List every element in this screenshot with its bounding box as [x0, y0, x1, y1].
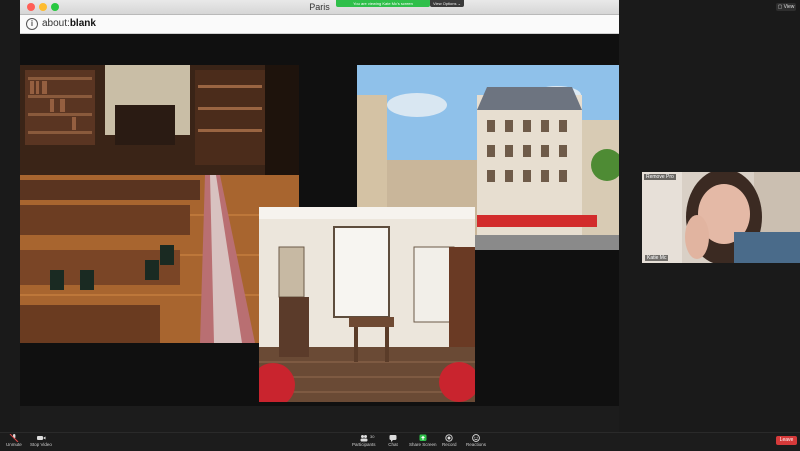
share-screen-icon	[419, 434, 427, 441]
participant-video-tile[interactable]: Remove Pro Katie Mc	[642, 172, 800, 263]
reactions-label: Reactions	[466, 442, 487, 447]
meeting-toolbar: Unmute Stop Video Participants 30 Chat S…	[0, 432, 800, 451]
study-illustration	[259, 207, 475, 402]
share-status-banner: You are viewing Kate Mc's screen	[336, 0, 430, 7]
view-button[interactable]: ▢ View	[776, 3, 796, 11]
window-titlebar: Paris	[20, 0, 619, 15]
microphone-muted-icon	[9, 434, 19, 442]
library-photo	[20, 65, 299, 343]
record-button[interactable]: Record	[442, 434, 457, 447]
slide-bottom-strip	[20, 406, 619, 432]
url-text: about:blank	[42, 18, 96, 29]
chat-button[interactable]: Chat	[388, 434, 398, 447]
shared-screen-window: Paris i about:blank You are viewing Kate…	[20, 0, 619, 432]
share-screen-button[interactable]: Share Screen	[409, 434, 437, 447]
reactions-smiley-icon	[472, 434, 480, 442]
participants-icon	[360, 435, 368, 442]
reactions-button[interactable]: Reactions	[466, 434, 486, 447]
video-camera-icon	[36, 436, 46, 440]
study-room-photo	[259, 207, 475, 402]
participants-button[interactable]: Participants 30	[352, 434, 376, 447]
leave-meeting-button[interactable]: Leave	[776, 436, 797, 445]
participants-label: Participants	[352, 442, 376, 447]
participants-count: 30	[370, 434, 375, 439]
share-screen-label: Share Screen	[409, 442, 437, 447]
participant-name: Katie Mc	[645, 255, 669, 261]
chat-bubble-icon	[389, 435, 397, 442]
stop-video-label: Stop Video	[30, 442, 52, 447]
address-bar[interactable]: i about:blank	[20, 15, 619, 34]
stop-video-button[interactable]: Stop Video	[30, 434, 52, 447]
window-title: Paris	[309, 2, 330, 12]
chat-label: Chat	[388, 442, 398, 447]
record-label: Record	[442, 442, 457, 447]
participant-video	[642, 172, 800, 263]
record-icon	[445, 434, 453, 442]
view-options-button[interactable]: View Options ⌄	[430, 0, 464, 7]
library-illustration	[20, 65, 299, 343]
unmute-button[interactable]: Unmute	[6, 434, 22, 447]
unmute-label: Unmute	[6, 442, 22, 447]
info-icon[interactable]: i	[26, 18, 38, 30]
participant-tag: Remove Pro	[644, 174, 676, 180]
